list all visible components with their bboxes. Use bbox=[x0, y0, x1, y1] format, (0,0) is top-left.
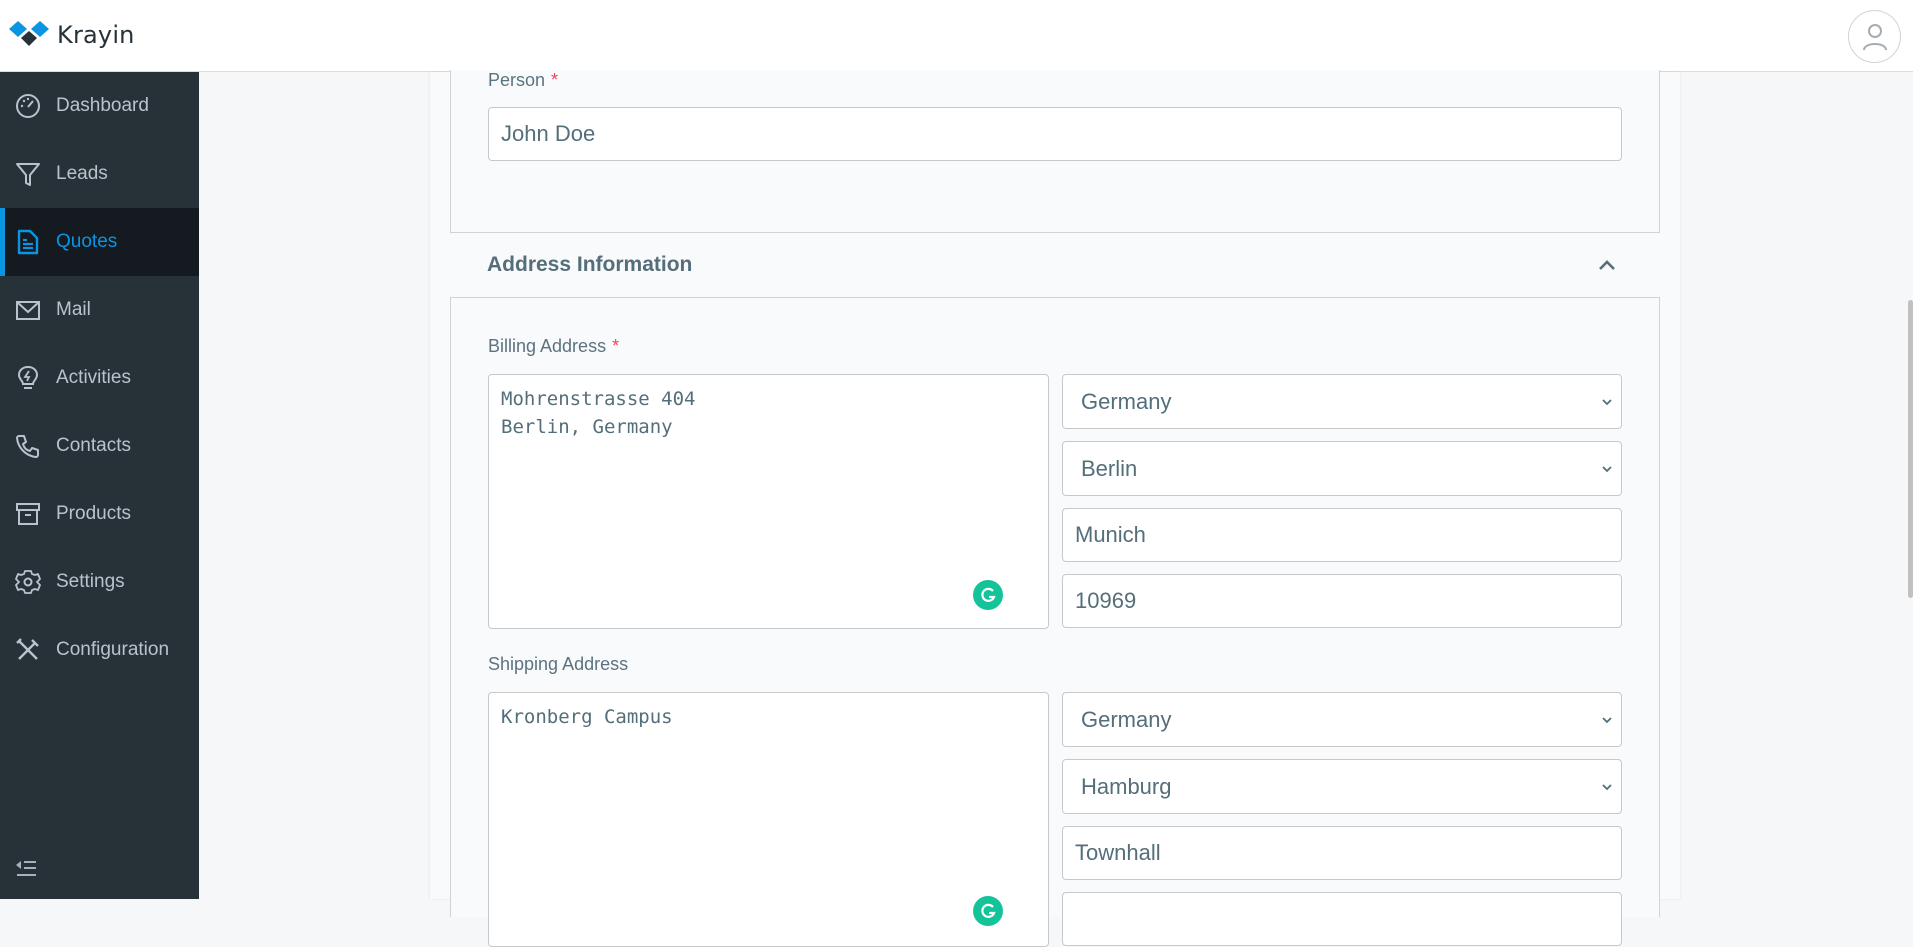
shipping-address-textarea[interactable]: Kronberg Campus bbox=[488, 692, 1049, 947]
billing-city-input[interactable]: Munich bbox=[1062, 508, 1622, 562]
sidebar-item-leads[interactable]: Leads bbox=[0, 140, 199, 208]
sidebar-item-label: Activities bbox=[56, 367, 131, 388]
funnel-icon bbox=[14, 160, 42, 188]
phone-icon bbox=[14, 432, 42, 460]
sidebar-item-contacts[interactable]: Contacts bbox=[0, 412, 199, 480]
grammarly-button[interactable] bbox=[973, 896, 1003, 926]
app-name: Krayin bbox=[57, 21, 135, 49]
billing-state-select[interactable]: Berlin bbox=[1062, 441, 1622, 496]
tools-icon bbox=[14, 636, 42, 664]
address-card: Billing Address * Mohrenstrasse 404 Berli… bbox=[450, 297, 1660, 947]
sidebar-item-configuration[interactable]: Configuration bbox=[0, 616, 199, 684]
chevron-up-icon bbox=[1599, 260, 1615, 270]
sidebar: Dashboard Leads Quotes Mail Activities C… bbox=[0, 72, 199, 899]
billing-country-value: Germany bbox=[1081, 388, 1172, 414]
shipping-state-select[interactable]: Hamburg bbox=[1062, 759, 1622, 814]
person-label: Person bbox=[488, 70, 546, 90]
billing-address-field-label: Billing Address * bbox=[488, 336, 619, 357]
billing-postcode-value: 10969 bbox=[1075, 588, 1137, 613]
required-mark: * bbox=[612, 336, 620, 356]
sidebar-item-mail[interactable]: Mail bbox=[0, 276, 199, 344]
billing-address-label: Billing Address bbox=[488, 336, 607, 356]
shipping-state-value: Hamburg bbox=[1081, 773, 1172, 799]
collapse-menu-icon bbox=[16, 861, 36, 876]
sidebar-collapse-button[interactable] bbox=[16, 859, 38, 879]
sidebar-item-label: Products bbox=[56, 503, 131, 524]
shipping-city-value: Townhall bbox=[1075, 840, 1161, 865]
sidebar-item-label: Quotes bbox=[56, 231, 118, 252]
shipping-postcode-input[interactable] bbox=[1062, 892, 1622, 946]
sidebar-item-settings[interactable]: Settings bbox=[0, 548, 199, 616]
grammarly-button[interactable] bbox=[973, 580, 1003, 610]
lightbulb-icon bbox=[14, 364, 42, 392]
billing-country-select[interactable]: Germany bbox=[1062, 374, 1622, 429]
chevron-down-icon bbox=[1602, 783, 1612, 790]
archive-box-icon bbox=[14, 500, 42, 528]
top-header: Krayin bbox=[0, 0, 1913, 72]
billing-address-textarea[interactable]: Mohrenstrasse 404 Berlin, Germany bbox=[488, 374, 1049, 629]
grammarly-icon bbox=[981, 903, 996, 918]
billing-postcode-input[interactable]: 10969 bbox=[1062, 574, 1622, 628]
quote-form-panel: Person * John Doe Address Information Bil… bbox=[430, 70, 1680, 947]
shipping-country-value: Germany bbox=[1081, 706, 1172, 732]
sidebar-item-label: Leads bbox=[56, 163, 108, 184]
shipping-address-field-label: Shipping Address bbox=[488, 654, 628, 675]
dashboard-gauge-icon bbox=[14, 92, 42, 120]
chevron-down-icon bbox=[1602, 398, 1612, 405]
person-field-label: Person * bbox=[488, 70, 558, 91]
sidebar-item-label: Contacts bbox=[56, 435, 131, 456]
sidebar-item-products[interactable]: Products bbox=[0, 480, 199, 548]
required-mark: * bbox=[551, 70, 559, 90]
address-information-toggle[interactable]: Address Information bbox=[430, 233, 1680, 297]
shipping-address-label: Shipping Address bbox=[488, 654, 629, 674]
sidebar-item-quotes[interactable]: Quotes bbox=[0, 208, 199, 276]
sidebar-item-label: Dashboard bbox=[56, 95, 149, 116]
gear-icon bbox=[14, 568, 42, 596]
document-icon bbox=[14, 228, 42, 256]
user-avatar-button[interactable] bbox=[1848, 10, 1901, 63]
shipping-city-input[interactable]: Townhall bbox=[1062, 826, 1622, 880]
page-scrollbar[interactable] bbox=[1908, 300, 1913, 598]
grammarly-icon bbox=[981, 587, 996, 602]
krayin-logo[interactable]: Krayin bbox=[9, 20, 135, 50]
sidebar-item-activities[interactable]: Activities bbox=[0, 344, 199, 412]
user-circle-icon bbox=[1862, 23, 1887, 50]
billing-city-value: Munich bbox=[1075, 522, 1146, 547]
billing-state-value: Berlin bbox=[1081, 455, 1138, 481]
mail-icon bbox=[14, 296, 42, 324]
chevron-down-icon bbox=[1602, 716, 1612, 723]
person-input[interactable]: John Doe bbox=[488, 107, 1622, 161]
person-input-value: John Doe bbox=[501, 121, 596, 146]
shipping-country-select[interactable]: Germany bbox=[1062, 692, 1622, 747]
chevron-down-icon bbox=[1602, 465, 1612, 472]
sidebar-item-dashboard[interactable]: Dashboard bbox=[0, 72, 199, 140]
sidebar-item-label: Settings bbox=[56, 571, 125, 592]
sidebar-item-label: Configuration bbox=[56, 639, 170, 660]
section-title: Address Information bbox=[487, 253, 693, 276]
sidebar-item-label: Mail bbox=[56, 299, 91, 320]
contact-person-card: Person * John Doe bbox=[450, 70, 1660, 233]
krayin-logo-icon bbox=[9, 21, 49, 46]
